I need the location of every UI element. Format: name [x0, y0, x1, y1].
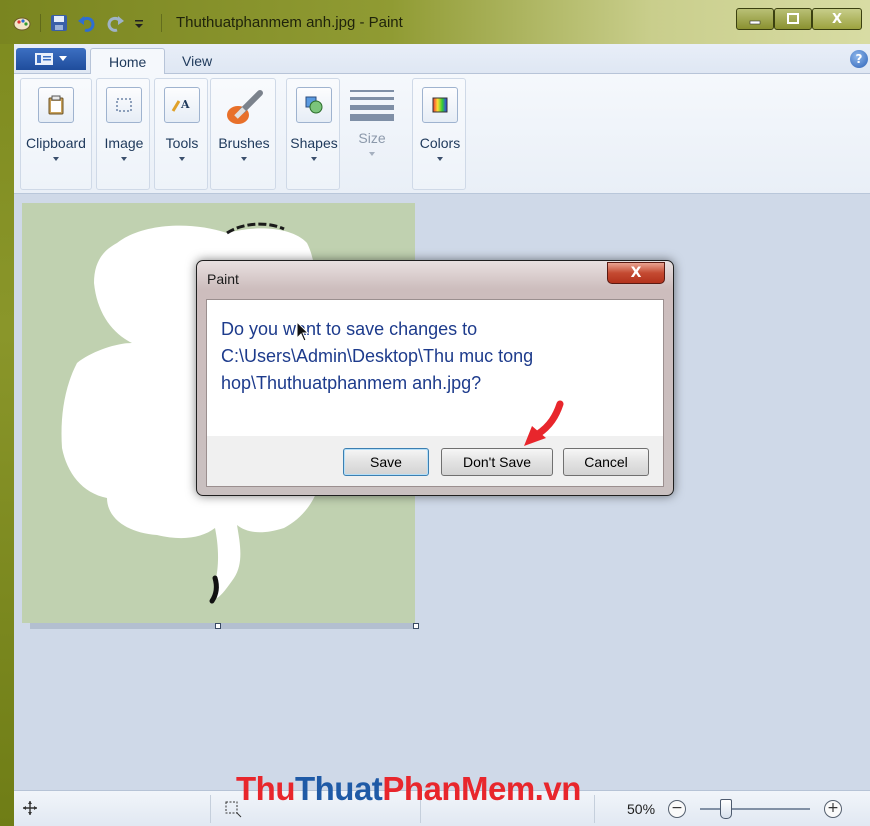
maximize-icon — [787, 13, 799, 24]
brush-icon — [222, 87, 266, 127]
undo-icon[interactable] — [77, 13, 97, 33]
zoom-slider-track[interactable] — [700, 808, 810, 810]
help-icon[interactable]: ? — [850, 50, 868, 68]
cancel-button[interactable]: Cancel — [563, 448, 649, 476]
save-button[interactable]: Save — [343, 448, 429, 476]
redo-icon[interactable] — [105, 13, 125, 33]
window-title: Thuthuatphanmem anh.jpg - Paint — [176, 14, 403, 31]
tab-home[interactable]: Home — [90, 48, 166, 75]
red-arrow-icon — [520, 400, 568, 454]
watermark-part-thu: Thu — [236, 770, 295, 807]
chevron-down-icon — [369, 152, 375, 156]
menu-icon — [35, 53, 53, 65]
clipboard-button[interactable]: Clipboard — [22, 83, 90, 161]
svg-text:A: A — [180, 98, 190, 111]
chevron-down-icon — [121, 157, 127, 161]
dialog-title: Paint — [207, 271, 239, 287]
tools-button[interactable]: A Tools — [148, 83, 216, 161]
dialog-message: Do you want to save changes to C:\Users\… — [221, 319, 534, 393]
size-button[interactable]: Size — [338, 78, 406, 156]
group-image: Image — [96, 78, 150, 190]
chevron-down-icon — [311, 157, 317, 161]
group-colors: Colors — [412, 78, 466, 190]
paint-app-icon[interactable] — [12, 13, 32, 33]
mouse-cursor-icon — [296, 320, 310, 347]
watermark-part-thuat: Thuat — [294, 770, 383, 807]
ribbon-tab-bar: Home View ? — [14, 44, 870, 75]
group-tools: A Tools — [154, 78, 208, 190]
group-brushes: Brushes — [210, 78, 276, 190]
minimize-icon — [749, 20, 761, 25]
group-shapes: Shapes — [286, 78, 340, 190]
chevron-down-icon — [59, 56, 67, 61]
minimize-button[interactable] — [736, 8, 774, 30]
clipboard-label: Clipboard — [26, 135, 86, 151]
qat-separator — [161, 14, 162, 32]
close-icon: X — [831, 11, 843, 27]
caption-buttons: X — [736, 8, 862, 30]
size-icon — [350, 82, 394, 122]
paint-window: Thuthuatphanmem anh.jpg - Paint X Home V… — [0, 0, 870, 826]
watermark-logo: ThuThuatPhanMem.vn — [236, 770, 581, 808]
brushes-label: Brushes — [218, 135, 270, 151]
tools-icon: A — [164, 87, 200, 123]
save-changes-dialog: Paint X Do you want to save changes to C… — [196, 260, 674, 496]
zoom-out-button[interactable]: − — [668, 800, 686, 818]
clipboard-icon — [38, 87, 74, 123]
zoom-level: 50% — [627, 801, 656, 817]
colors-label: Colors — [419, 135, 461, 151]
maximize-button[interactable] — [774, 8, 812, 30]
dialog-close-button[interactable]: X — [607, 262, 665, 284]
tools-label: Tools — [165, 135, 199, 151]
select-icon — [106, 87, 142, 123]
customize-qat-icon[interactable] — [133, 13, 153, 33]
quick-access-toolbar — [12, 11, 162, 35]
colors-button[interactable]: Colors — [406, 83, 474, 161]
watermark-part-phanmem: PhanMem.vn — [382, 770, 581, 807]
zoom-slider-thumb[interactable] — [720, 799, 732, 819]
brushes-button[interactable]: Brushes — [210, 83, 278, 161]
chevron-down-icon — [241, 157, 247, 161]
canvas-shadow — [30, 623, 415, 629]
resize-handle-bottom[interactable] — [215, 623, 221, 629]
resize-handle-corner[interactable] — [413, 623, 419, 629]
dialog-content: Do you want to save changes to C:\Users\… — [206, 299, 664, 487]
qat-separator — [40, 14, 41, 32]
save-icon[interactable] — [49, 13, 69, 33]
chevron-down-icon — [179, 157, 185, 161]
status-divider — [594, 795, 595, 823]
size-label: Size — [358, 130, 386, 146]
close-button[interactable]: X — [812, 8, 862, 30]
cursor-position-icon — [22, 800, 38, 820]
title-bar[interactable]: Thuthuatphanmem anh.jpg - Paint X — [0, 0, 870, 44]
paint-menu-button[interactable] — [16, 48, 86, 70]
dialog-message-area: Do you want to save changes to C:\Users\… — [207, 300, 663, 436]
shapes-icon — [296, 87, 332, 123]
colors-icon — [422, 87, 458, 123]
ribbon-panel: Clipboard Image A Tools Brushes Shapes S… — [14, 74, 870, 194]
tab-view[interactable]: View — [164, 48, 230, 75]
group-clipboard: Clipboard — [20, 78, 92, 190]
status-divider — [210, 795, 211, 823]
chevron-down-icon — [437, 157, 443, 161]
zoom-in-button[interactable]: + — [824, 800, 842, 818]
chevron-down-icon — [53, 157, 59, 161]
